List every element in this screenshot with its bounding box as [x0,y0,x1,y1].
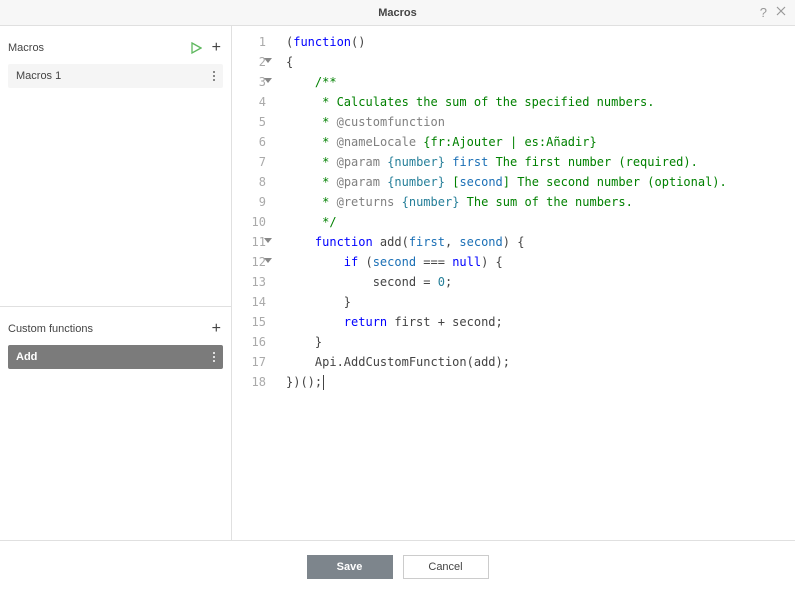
fold-icon[interactable] [264,78,272,83]
line-gutter: 123456789101112131415161718 [232,32,274,540]
code-line[interactable]: })(); [286,372,795,392]
line-number: 7 [232,152,266,172]
fold-icon[interactable] [264,58,272,63]
macros-actions: + [190,40,221,56]
macro-item-menu-icon[interactable] [213,71,215,81]
macros-section: Macros + Macros 1 [0,26,231,306]
line-number: 12 [232,252,266,272]
run-macro-icon[interactable] [190,42,202,54]
line-number: 9 [232,192,266,212]
code-line[interactable]: * @nameLocale {fr:Ajouter | es:Añadir} [286,132,795,152]
add-macro-icon[interactable]: + [212,40,221,56]
line-number: 18 [232,372,266,392]
sidebar: Macros + Macros 1 Custom functions [0,26,232,540]
code-line[interactable]: second = 0; [286,272,795,292]
code-line[interactable]: * Calculates the sum of the specified nu… [286,92,795,112]
custom-functions-section: Custom functions + Add [0,306,231,540]
fold-icon[interactable] [264,258,272,263]
code-line[interactable]: * @param {number} first The first number… [286,152,795,172]
custom-functions-actions: + [212,321,221,337]
macro-item-label: Macros 1 [16,70,61,82]
code-line[interactable]: } [286,332,795,352]
code-line[interactable]: * @customfunction [286,112,795,132]
main-area: Macros + Macros 1 Custom functions [0,26,795,541]
line-number: 1 [232,32,266,52]
line-number: 14 [232,292,266,312]
help-icon[interactable]: ? [760,5,767,20]
code-line[interactable]: /** [286,72,795,92]
custom-function-item[interactable]: Add [8,345,223,369]
macros-title: Macros [8,42,44,54]
code-line[interactable]: return first + second; [286,312,795,332]
bottom-bar: Save Cancel [0,541,795,593]
line-number: 17 [232,352,266,372]
cancel-button[interactable]: Cancel [403,555,489,579]
code-line[interactable]: * @returns {number} The sum of the numbe… [286,192,795,212]
line-number: 11 [232,232,266,252]
line-number: 4 [232,92,266,112]
fold-icon[interactable] [264,238,272,243]
macro-item[interactable]: Macros 1 [8,64,223,88]
line-number: 16 [232,332,266,352]
line-number: 13 [232,272,266,292]
line-number: 8 [232,172,266,192]
code-line[interactable]: */ [286,212,795,232]
line-number: 10 [232,212,266,232]
save-button[interactable]: Save [307,555,393,579]
code-editor[interactable]: 123456789101112131415161718 (function(){… [232,26,795,540]
code-line[interactable]: Api.AddCustomFunction(add); [286,352,795,372]
titlebar-actions: ? [760,0,787,25]
line-number: 5 [232,112,266,132]
code-line[interactable]: { [286,52,795,72]
macros-list: Macros 1 [0,64,231,88]
code-line[interactable]: function add(first, second) { [286,232,795,252]
line-number: 15 [232,312,266,332]
code-line[interactable]: if (second === null) { [286,252,795,272]
custom-functions-title: Custom functions [8,323,93,335]
close-icon[interactable] [775,5,787,20]
custom-function-item-label: Add [16,351,37,363]
code-content[interactable]: (function(){ /** * Calculates the sum of… [274,32,795,540]
macros-header: Macros + [0,26,231,64]
code-line[interactable]: } [286,292,795,312]
window-title: Macros [378,7,417,19]
custom-function-item-menu-icon[interactable] [213,352,215,362]
line-number: 6 [232,132,266,152]
line-number: 2 [232,52,266,72]
titlebar: Macros ? [0,0,795,26]
add-function-icon[interactable]: + [212,321,221,337]
line-number: 3 [232,72,266,92]
code-line[interactable]: (function() [286,32,795,52]
custom-functions-list: Add [0,345,231,369]
custom-functions-header: Custom functions + [0,307,231,345]
code-line[interactable]: * @param {number} [second] The second nu… [286,172,795,192]
